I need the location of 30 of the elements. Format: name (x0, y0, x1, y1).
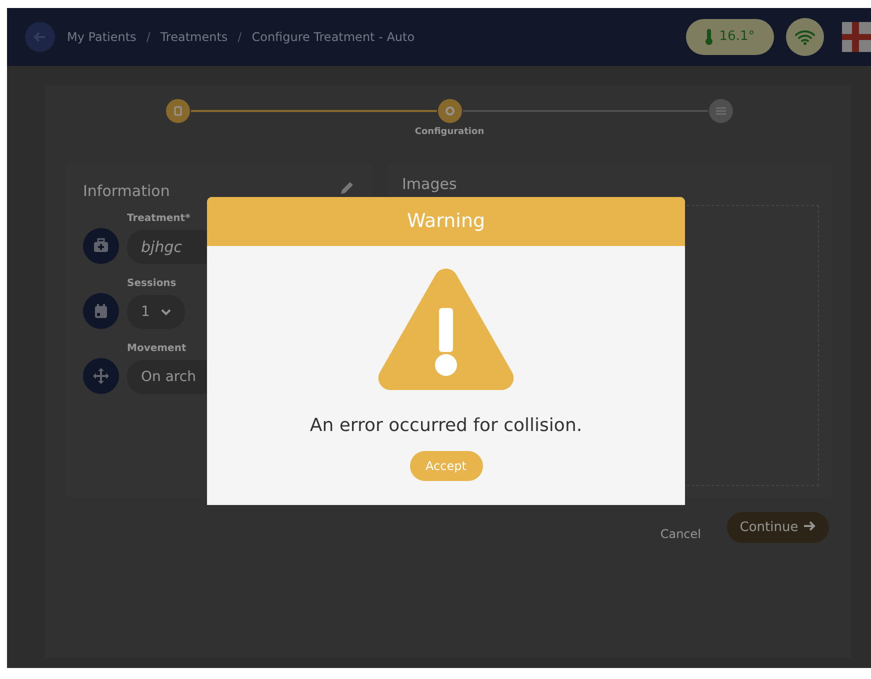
wifi-button[interactable] (786, 18, 824, 56)
warning-icon (378, 268, 514, 390)
thermometer-icon (705, 29, 714, 45)
breadcrumb-link[interactable]: Configure Treatment - Auto (252, 28, 415, 46)
move-arrows-icon (92, 367, 110, 385)
field-label: Sessions (127, 277, 178, 291)
field-label: Movement (127, 342, 188, 356)
chevron-down-icon (161, 308, 171, 316)
medical-kit-icon (92, 237, 110, 255)
breadcrumb-separator: / (145, 29, 152, 46)
step-label: Configuration (414, 126, 484, 139)
temperature-badge: 16.1° (686, 19, 774, 55)
dialog-title: Warning (207, 197, 685, 246)
breadcrumb-link[interactable]: My Patients (67, 28, 136, 46)
flag-icon (842, 22, 871, 52)
breadcrumb-link[interactable]: Treatments (160, 28, 228, 46)
step-indicator[interactable] (438, 99, 462, 123)
step-indicator[interactable] (709, 99, 733, 123)
error-message: An error occurred for collision. (310, 414, 582, 438)
calendar-icon (92, 302, 110, 320)
wifi-icon (795, 29, 815, 45)
step-indicator[interactable] (166, 99, 190, 123)
card-title: Information (83, 180, 170, 202)
card-title: Images (402, 174, 458, 195)
field-label: Treatment* (127, 212, 192, 226)
breadcrumb-separator: / (236, 29, 243, 46)
arrow-right-icon (804, 520, 816, 531)
sessions-select[interactable]: 1 (127, 295, 185, 329)
continue-button[interactable]: Continue (727, 512, 829, 543)
cancel-button[interactable]: Cancel (654, 524, 707, 544)
